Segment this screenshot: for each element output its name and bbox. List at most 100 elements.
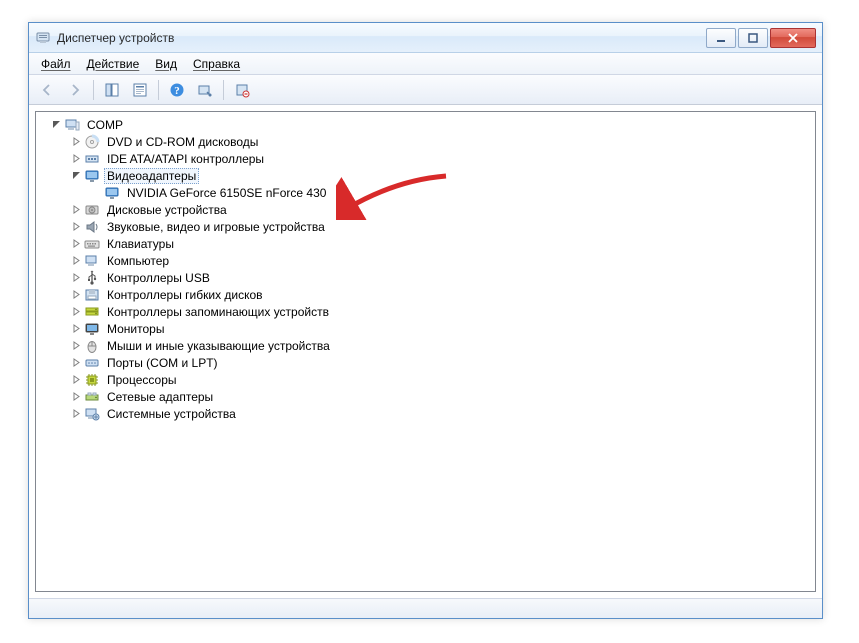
tree-category[interactable]: DVD и CD-ROM дисководы bbox=[42, 133, 815, 150]
tree-device-label: NVIDIA GeForce 6150SE nForce 430 bbox=[124, 185, 329, 201]
expand-icon[interactable] bbox=[70, 204, 82, 216]
minimize-button[interactable] bbox=[706, 28, 736, 48]
keyboard-icon bbox=[84, 236, 100, 252]
system-icon bbox=[84, 406, 100, 422]
tree-category-label: Видеоадаптеры bbox=[104, 168, 199, 184]
tree-category[interactable]: Сетевые адаптеры bbox=[42, 388, 815, 405]
toolbar-separator bbox=[93, 80, 94, 100]
tree-category-label: Дисковые устройства bbox=[104, 202, 230, 218]
computer-icon bbox=[64, 117, 80, 133]
disc-icon bbox=[84, 134, 100, 150]
toolbar-separator bbox=[223, 80, 224, 100]
forward-button[interactable] bbox=[63, 78, 87, 102]
device-tree-pane[interactable]: COMP DVD и CD-ROM дисководы IDE ATA/ATAP… bbox=[35, 111, 816, 592]
tree-category[interactable]: Звуковые, видео и игровые устройства bbox=[42, 218, 815, 235]
tree-category[interactable]: Дисковые устройства bbox=[42, 201, 815, 218]
window-title: Диспетчер устройств bbox=[57, 31, 704, 45]
expand-icon[interactable] bbox=[70, 306, 82, 318]
expand-icon[interactable] bbox=[70, 374, 82, 386]
menu-view[interactable]: Вид bbox=[147, 53, 185, 74]
tree-category[interactable]: IDE ATA/ATAPI контроллеры bbox=[42, 150, 815, 167]
show-hide-tree-button[interactable] bbox=[100, 78, 124, 102]
device-tree: COMP DVD и CD-ROM дисководы IDE ATA/ATAP… bbox=[36, 114, 815, 424]
menu-file[interactable]: Файл bbox=[33, 53, 79, 74]
tree-category-label: DVD и CD-ROM дисководы bbox=[104, 134, 261, 150]
monitor-icon bbox=[84, 321, 100, 337]
uninstall-button[interactable] bbox=[230, 78, 254, 102]
tree-category-label: Порты (COM и LPT) bbox=[104, 355, 221, 371]
tree-category[interactable]: Мониторы bbox=[42, 320, 815, 337]
tree-category[interactable]: Системные устройства bbox=[42, 405, 815, 422]
tree-category[interactable]: Контроллеры гибких дисков bbox=[42, 286, 815, 303]
tree-category-label: Клавиатуры bbox=[104, 236, 177, 252]
expander-spacer bbox=[90, 187, 102, 199]
display-icon bbox=[84, 168, 100, 184]
computer-icon bbox=[84, 253, 100, 269]
menu-help[interactable]: Справка bbox=[185, 53, 248, 74]
tree-category-label: Мониторы bbox=[104, 321, 167, 337]
tree-root-label: COMP bbox=[84, 117, 126, 133]
tree-category-label: Контроллеры USB bbox=[104, 270, 213, 286]
cpu-icon bbox=[84, 372, 100, 388]
floppyctrl-icon bbox=[84, 287, 100, 303]
expand-icon[interactable] bbox=[70, 357, 82, 369]
disk-icon bbox=[84, 202, 100, 218]
expand-icon[interactable] bbox=[70, 255, 82, 267]
close-button[interactable] bbox=[770, 28, 816, 48]
network-icon bbox=[84, 389, 100, 405]
tree-category[interactable]: Компьютер bbox=[42, 252, 815, 269]
tree-root[interactable]: COMP bbox=[42, 116, 815, 133]
tree-category-label: Системные устройства bbox=[104, 406, 239, 422]
display-icon bbox=[104, 185, 120, 201]
collapse-icon[interactable] bbox=[50, 119, 62, 131]
tree-category[interactable]: Контроллеры USB bbox=[42, 269, 815, 286]
tree-category[interactable]: Процессоры bbox=[42, 371, 815, 388]
tree-category-label: Сетевые адаптеры bbox=[104, 389, 216, 405]
maximize-button[interactable] bbox=[738, 28, 768, 48]
tree-category-label: Контроллеры запоминающих устройств bbox=[104, 304, 332, 320]
tree-category-label: Процессоры bbox=[104, 372, 180, 388]
tree-category[interactable]: Порты (COM и LPT) bbox=[42, 354, 815, 371]
window-buttons bbox=[704, 28, 816, 48]
menubar: Файл Действие Вид Справка bbox=[29, 53, 822, 75]
expand-icon[interactable] bbox=[70, 221, 82, 233]
expand-icon[interactable] bbox=[70, 323, 82, 335]
scan-hardware-button[interactable] bbox=[193, 78, 217, 102]
device-manager-window: Диспетчер устройств Файл Действие Вид Сп… bbox=[28, 22, 823, 619]
expand-icon[interactable] bbox=[70, 408, 82, 420]
tree-category-label: IDE ATA/ATAPI контроллеры bbox=[104, 151, 267, 167]
storage-icon bbox=[84, 304, 100, 320]
ports-icon bbox=[84, 355, 100, 371]
app-icon bbox=[35, 30, 51, 46]
expand-icon[interactable] bbox=[70, 391, 82, 403]
properties-button[interactable] bbox=[128, 78, 152, 102]
tree-category[interactable]: Мыши и иные указывающие устройства bbox=[42, 337, 815, 354]
toolbar: ? bbox=[29, 75, 822, 105]
tree-category[interactable]: Видеоадаптеры bbox=[42, 167, 815, 184]
ide-icon bbox=[84, 151, 100, 167]
collapse-icon[interactable] bbox=[70, 170, 82, 182]
toolbar-separator bbox=[158, 80, 159, 100]
tree-device[interactable]: NVIDIA GeForce 6150SE nForce 430 bbox=[42, 184, 815, 201]
tree-category-label: Компьютер bbox=[104, 253, 172, 269]
menu-action[interactable]: Действие bbox=[79, 53, 148, 74]
expand-icon[interactable] bbox=[70, 289, 82, 301]
sound-icon bbox=[84, 219, 100, 235]
back-button[interactable] bbox=[35, 78, 59, 102]
tree-category[interactable]: Клавиатуры bbox=[42, 235, 815, 252]
expand-icon[interactable] bbox=[70, 340, 82, 352]
expand-icon[interactable] bbox=[70, 238, 82, 250]
expand-icon[interactable] bbox=[70, 153, 82, 165]
svg-text:?: ? bbox=[174, 85, 180, 97]
tree-category[interactable]: Контроллеры запоминающих устройств bbox=[42, 303, 815, 320]
usb-icon bbox=[84, 270, 100, 286]
help-button[interactable]: ? bbox=[165, 78, 189, 102]
tree-category-label: Контроллеры гибких дисков bbox=[104, 287, 266, 303]
mouse-icon bbox=[84, 338, 100, 354]
expand-icon[interactable] bbox=[70, 272, 82, 284]
tree-category-label: Мыши и иные указывающие устройства bbox=[104, 338, 333, 354]
expand-icon[interactable] bbox=[70, 136, 82, 148]
tree-category-label: Звуковые, видео и игровые устройства bbox=[104, 219, 328, 235]
statusbar bbox=[29, 598, 822, 618]
titlebar[interactable]: Диспетчер устройств bbox=[29, 23, 822, 53]
